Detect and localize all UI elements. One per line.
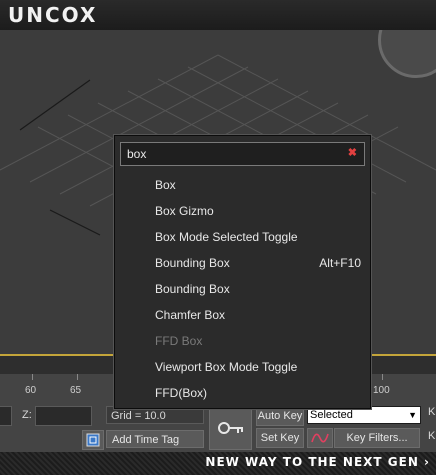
y-coordinate-field[interactable] <box>0 406 12 426</box>
time-tag-icon[interactable] <box>82 430 104 450</box>
title-bar: UNCOX <box>0 0 436 30</box>
result-item[interactable]: Viewport Box Mode Toggle <box>115 354 370 380</box>
add-time-tag-button[interactable]: Add Time Tag <box>106 430 204 448</box>
action-search-popup: ✖ Box Box Gizmo Box Mode Selected Toggle… <box>114 135 371 409</box>
search-box[interactable]: ✖ <box>120 142 365 166</box>
time-tag-glyph <box>86 433 100 447</box>
chevron-down-icon: ▼ <box>408 410 417 420</box>
ruler-tick: 65 <box>70 385 82 396</box>
result-label: Viewport Box Mode Toggle <box>155 360 298 374</box>
result-item[interactable]: Bounding Box <box>115 276 370 302</box>
key-filters-button[interactable]: Key Filters... <box>334 428 420 448</box>
search-input[interactable] <box>127 145 342 163</box>
app-logo: UNCOX <box>8 3 98 27</box>
ruler-tick: 60 <box>25 385 37 396</box>
result-label: FFD(Box) <box>155 386 207 400</box>
playback-edge-icon[interactable]: K <box>428 406 435 418</box>
result-label: Box Gizmo <box>155 204 214 218</box>
clear-search-icon[interactable]: ✖ <box>348 146 357 159</box>
result-label: Chamfer Box <box>155 308 226 322</box>
brand-footer: NEW WAY TO THE NEXT GEN › <box>0 452 436 475</box>
auto-key-button[interactable]: Auto Key <box>256 406 304 426</box>
result-item[interactable]: Bounding Box Alt+F10 <box>115 250 370 276</box>
key-icon <box>217 422 243 434</box>
result-label: FFD Box <box>155 334 203 348</box>
result-label: Box <box>155 178 176 192</box>
key-curve-icon[interactable] <box>307 428 333 448</box>
key-mode-button[interactable] <box>209 406 252 450</box>
key-set-selected: Selected <box>310 409 353 421</box>
result-label: Box Mode Selected Toggle <box>155 230 298 244</box>
result-shortcut: Alt+F10 <box>319 256 361 270</box>
tagline: NEW WAY TO THE NEXT GEN › <box>205 455 430 469</box>
curve-glyph <box>311 433 329 443</box>
z-label: Z: <box>22 409 32 421</box>
result-item[interactable]: Box Gizmo <box>115 198 370 224</box>
ruler-tick: 100 <box>373 385 390 396</box>
result-item[interactable]: Chamfer Box <box>115 302 370 328</box>
result-item-disabled: FFD Box <box>115 328 370 354</box>
playback-edge-icon-2[interactable]: K <box>428 430 435 442</box>
set-key-button[interactable]: Set Key <box>256 428 304 448</box>
result-item[interactable]: Box Mode Selected Toggle <box>115 224 370 250</box>
result-item[interactable]: FFD(Box) <box>115 380 370 406</box>
z-coordinate-field[interactable] <box>35 406 92 426</box>
result-item[interactable]: Box <box>115 172 370 198</box>
result-label: Bounding Box <box>155 256 230 270</box>
result-label: Bounding Box <box>155 282 230 296</box>
